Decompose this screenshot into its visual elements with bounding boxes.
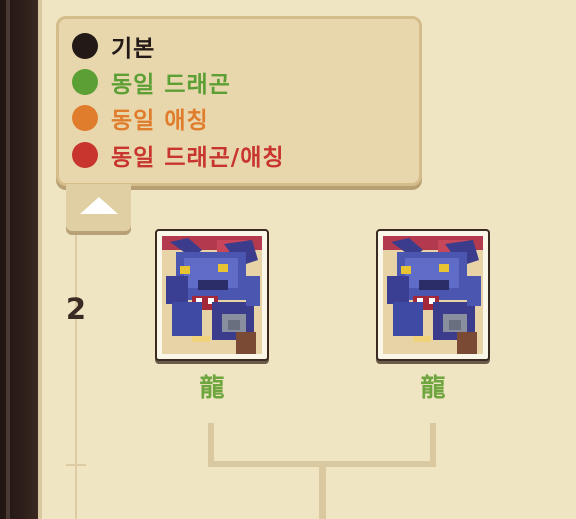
- connector-line: [319, 461, 326, 519]
- legend-dot-icon: [72, 105, 98, 131]
- legend-dot-icon: [72, 69, 98, 95]
- timeline-tick: [66, 464, 86, 466]
- legend-item-same-dragon: 동일 드래곤: [72, 67, 231, 98]
- legend-toggle-button[interactable]: [66, 184, 131, 231]
- legend-label: 동일 드래곤/애칭: [111, 145, 285, 171]
- dragon-name: 龍: [420, 373, 446, 402]
- legend-label: 기본: [111, 36, 156, 62]
- dragon-card[interactable]: [376, 229, 490, 361]
- triangle-up-icon: [80, 197, 118, 214]
- frame-edge: [38, 0, 42, 519]
- legend-panel: 기본 동일 드래곤 동일 애칭 동일 드래곤/애칭: [56, 16, 422, 186]
- legend-dot-icon: [72, 33, 98, 59]
- legend-item-basic: 기본: [72, 31, 156, 62]
- legend-label: 동일 애칭: [111, 108, 209, 134]
- legend-dot-icon: [72, 142, 98, 168]
- dragon-portrait: [162, 236, 262, 354]
- timeline-axis: [75, 225, 77, 519]
- frame-strip: [6, 0, 10, 519]
- legend-item-same-both: 동일 드래곤/애칭: [72, 140, 285, 171]
- generation-level: 2: [65, 292, 87, 326]
- legend-label: 동일 드래곤: [111, 72, 231, 98]
- dragon-card[interactable]: [155, 229, 269, 361]
- dragon-portrait: [383, 236, 483, 354]
- dragon-name: 龍: [199, 373, 225, 402]
- legend-item-same-nickname: 동일 애칭: [72, 103, 209, 134]
